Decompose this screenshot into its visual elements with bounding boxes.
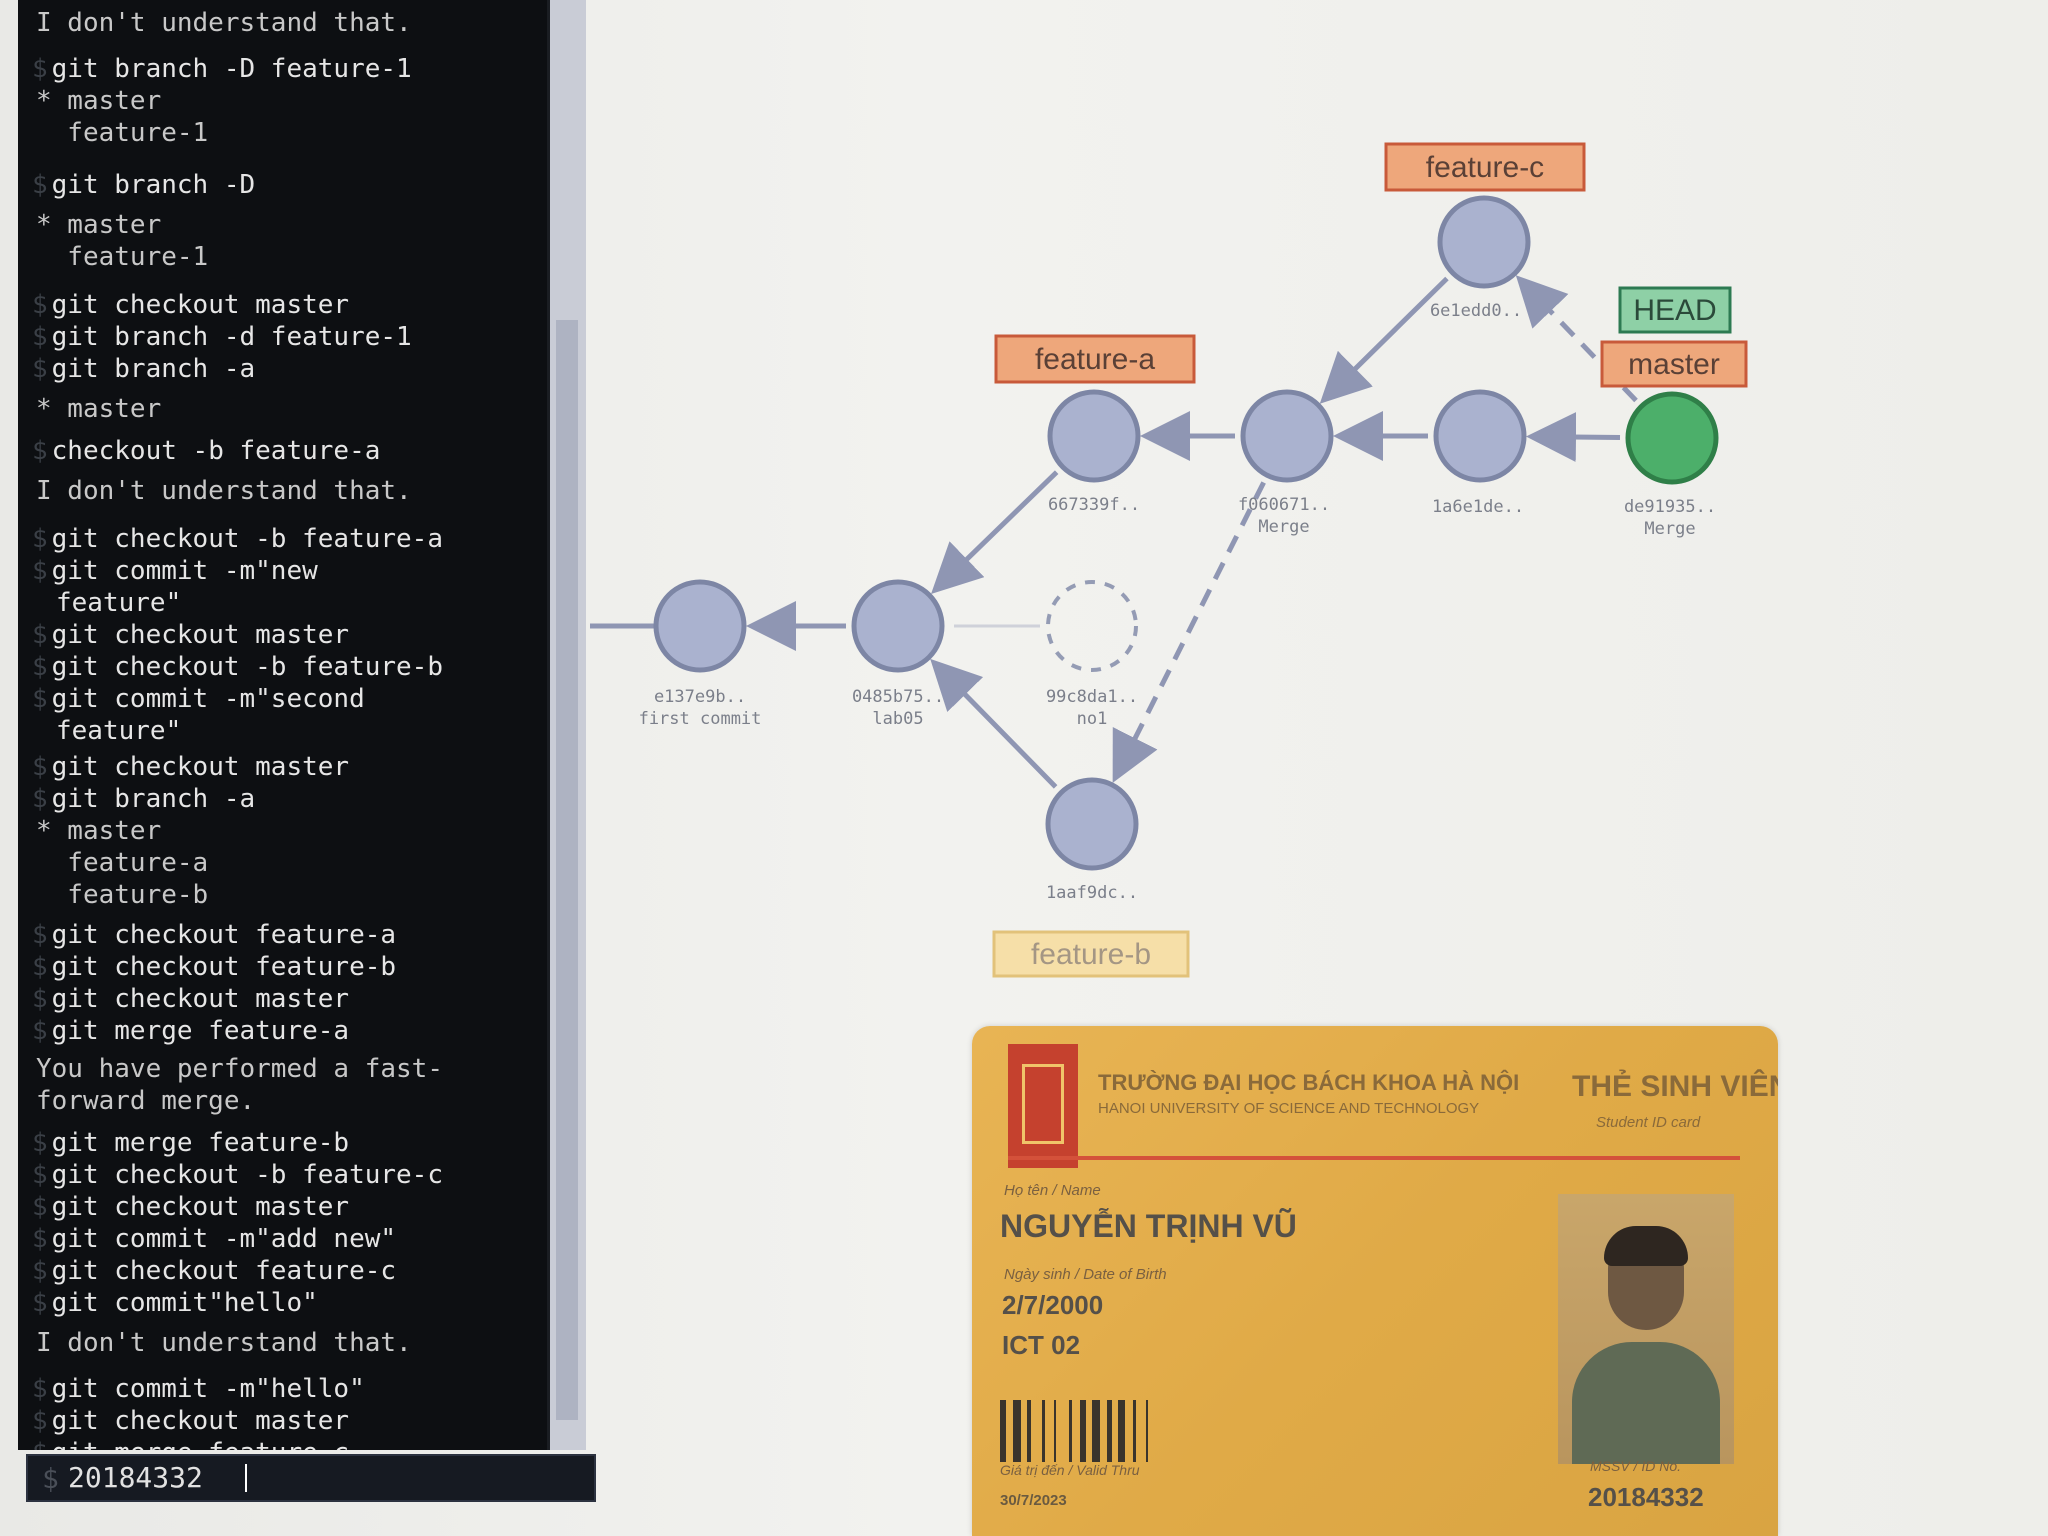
head-label: HEAD <box>1633 294 1716 327</box>
commit-hash: 667339f.. <box>1048 495 1140 515</box>
name-label: Họ tên / Name <box>1004 1182 1101 1199</box>
student-name: NGUYỄN TRỊNH VŨ <box>1000 1208 1297 1244</box>
commit-hash: 1a6e1de.. <box>1432 497 1524 517</box>
commit-hash: 6e1edd0.. <box>1430 301 1522 321</box>
barcode-bar <box>1000 1400 1006 1462</box>
commit-hash: 99c8da1.. <box>1046 687 1138 707</box>
barcode-bar <box>1080 1400 1086 1462</box>
dob-label: Ngày sinh / Date of Birth <box>1004 1266 1167 1283</box>
branch-name: feature-c <box>1426 151 1544 184</box>
branch-name: feature-b <box>1031 938 1151 971</box>
student-id-label: MSSV / ID No. <box>1590 1458 1682 1474</box>
commit-node[interactable] <box>1047 389 1141 483</box>
barcode-bar <box>1027 1400 1031 1462</box>
card-divider <box>1008 1156 1740 1160</box>
student-dob: 2/7/2000 <box>1002 1290 1104 1320</box>
barcode-bar <box>1013 1400 1021 1462</box>
commit-hash: de91935.. <box>1624 497 1716 517</box>
barcode-bar <box>1107 1400 1112 1462</box>
commit-message: Merge <box>1258 517 1309 537</box>
student-photo <box>1558 1194 1734 1464</box>
graph-edge <box>1525 412 1621 462</box>
branch-name: master <box>1628 348 1720 381</box>
card-title: THẺ SINH VIÊN <box>1572 1070 1778 1103</box>
university-name-en: HANOI UNIVERSITY OF SCIENCE AND TECHNOLO… <box>1098 1100 1480 1117</box>
commit-message: Merge <box>1644 519 1695 539</box>
student-id-number: 20184332 <box>1588 1482 1704 1512</box>
logo-emblem-icon <box>1022 1064 1064 1144</box>
commit-node[interactable] <box>1045 777 1139 871</box>
card-subtitle: Student ID card <box>1596 1114 1701 1131</box>
graph-edge <box>931 470 1059 594</box>
screen: I don't understand that. $ git branch -D f… <box>0 0 2048 1536</box>
commit-node[interactable] <box>1240 389 1334 483</box>
commit-message: first commit <box>639 709 762 729</box>
commit-message: no1 <box>1077 709 1108 729</box>
photo-hair <box>1604 1226 1688 1266</box>
commit-hash: 1aaf9dc.. <box>1046 883 1138 903</box>
commit-hash: f060671.. <box>1238 495 1330 515</box>
barcode-bar <box>1146 1400 1148 1462</box>
barcode-bar <box>1118 1400 1125 1462</box>
commit-node[interactable] <box>1046 580 1138 672</box>
university-name-vn: TRƯỜNG ĐẠI HỌC BÁCH KHOA HÀ NỘI <box>1098 1070 1520 1095</box>
branch-name: feature-a <box>1035 343 1155 376</box>
barcode-bar <box>1069 1400 1072 1462</box>
barcode-bar <box>1054 1400 1056 1462</box>
commit-node[interactable] <box>1625 391 1719 485</box>
graph-edge-dashed <box>1112 481 1266 783</box>
student-class: ICT 02 <box>1002 1330 1081 1360</box>
university-logo <box>1008 1044 1078 1168</box>
commit-hash: e137e9b.. <box>654 687 746 707</box>
commit-node[interactable] <box>851 579 945 673</box>
barcode <box>1000 1400 1148 1462</box>
commit-node[interactable] <box>653 579 747 673</box>
commit-node[interactable] <box>1433 389 1527 483</box>
barcode-bar <box>1133 1400 1136 1462</box>
barcode-bar <box>1042 1400 1045 1462</box>
commit-node[interactable] <box>1437 195 1531 289</box>
valid-label: Giá trị đến / Valid Thru <box>1000 1462 1140 1478</box>
commit-hash: 0485b75.. <box>852 687 944 707</box>
student-id-card: TRƯỜNG ĐẠI HỌC BÁCH KHOA HÀ NỘI HANOI UN… <box>972 1026 1778 1536</box>
graph-edge <box>1319 276 1449 404</box>
photo-body <box>1572 1342 1720 1464</box>
graph-edge <box>930 658 1058 789</box>
barcode-bar <box>1092 1400 1100 1462</box>
valid-thru: 30/7/2023 <box>1000 1492 1067 1509</box>
commit-message: lab05 <box>872 709 923 729</box>
